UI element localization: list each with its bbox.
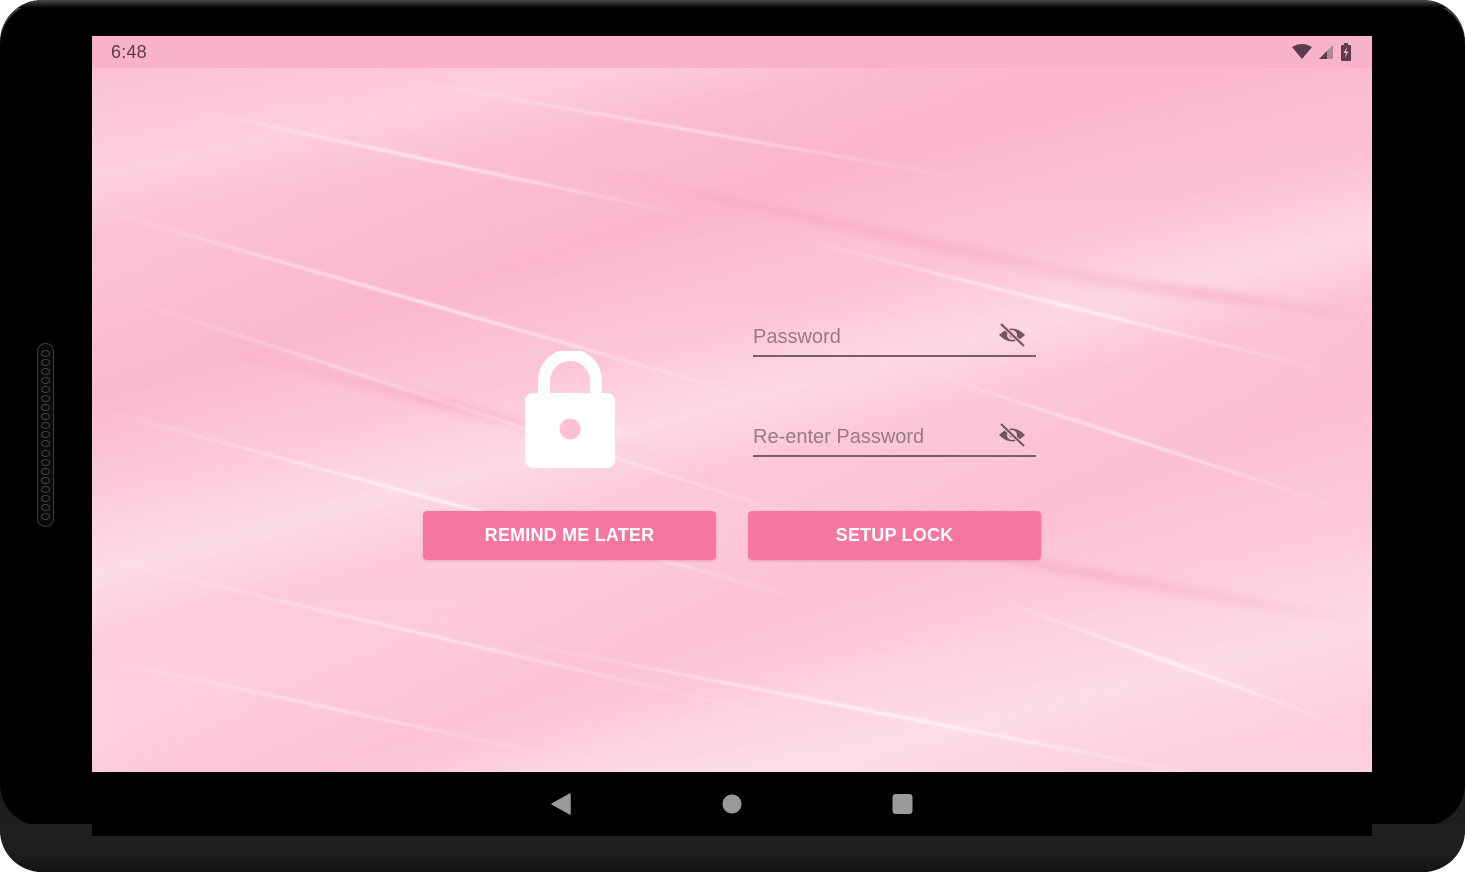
reenter-password-visibility-toggle[interactable] bbox=[996, 420, 1028, 450]
reenter-password-field bbox=[753, 415, 1036, 457]
device-top-edge bbox=[0, 0, 1465, 8]
back-icon[interactable] bbox=[550, 792, 572, 816]
password-input[interactable] bbox=[753, 315, 983, 353]
tablet-device-frame: 6:48 REMIND ME LATER SETUP LOCK bbox=[0, 0, 1465, 872]
password-visibility-toggle[interactable] bbox=[996, 320, 1028, 350]
lock-icon bbox=[525, 351, 615, 468]
password-field bbox=[753, 315, 1036, 357]
eye-off-icon bbox=[999, 322, 1026, 348]
remind-me-later-button[interactable]: REMIND ME LATER bbox=[423, 511, 716, 560]
setup-lock-button[interactable]: SETUP LOCK bbox=[748, 511, 1041, 560]
device-speaker-grille bbox=[37, 343, 54, 527]
lock-setup-content: REMIND ME LATER SETUP LOCK bbox=[92, 36, 1372, 772]
navigation-bar bbox=[92, 772, 1372, 836]
home-icon[interactable] bbox=[722, 792, 742, 816]
recents-icon[interactable] bbox=[892, 792, 913, 816]
eye-off-icon bbox=[999, 422, 1026, 448]
reenter-password-input[interactable] bbox=[753, 415, 983, 453]
screen: 6:48 REMIND ME LATER SETUP LOCK bbox=[92, 36, 1372, 772]
